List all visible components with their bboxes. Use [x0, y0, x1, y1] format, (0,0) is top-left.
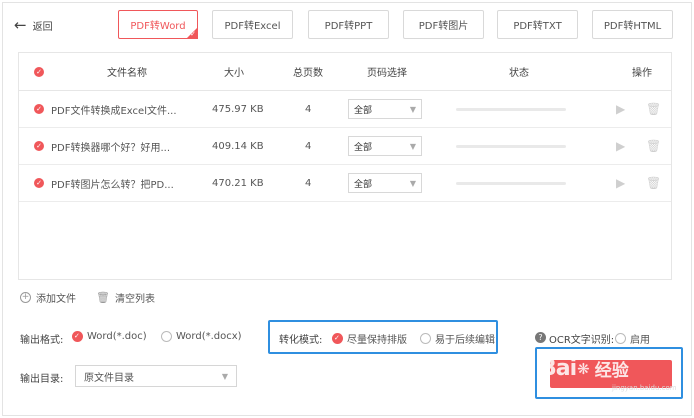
- col-filename: 文件名称: [107, 68, 147, 79]
- trash-icon[interactable]: 🗑: [646, 165, 661, 201]
- status-progress: [456, 91, 566, 127]
- radio-unchecked-icon: [161, 331, 172, 342]
- format-docx-radio[interactable]: Word(*.docx): [161, 331, 242, 342]
- play-icon[interactable]: ▶: [616, 128, 625, 164]
- status-progress: [456, 128, 566, 164]
- check-icon: ✓: [34, 178, 44, 188]
- watermark-text: 经验: [594, 361, 629, 381]
- col-page-select: 页码选择: [367, 68, 407, 79]
- page-count: 4: [305, 140, 312, 152]
- row-checkbox[interactable]: ✓: [34, 128, 44, 164]
- page-select-value: 全部: [354, 179, 373, 190]
- paw-icon: ❋: [577, 359, 590, 378]
- radio-unchecked-icon: [420, 333, 431, 344]
- page-count: 4: [305, 177, 312, 189]
- file-size: 475.97 KB: [212, 103, 264, 115]
- page-select[interactable]: 全部 ▼: [348, 165, 422, 201]
- play-icon[interactable]: ▶: [616, 91, 625, 127]
- status-progress: [456, 165, 566, 201]
- row-checkbox[interactable]: ✓: [34, 165, 44, 201]
- table-header: ✓ 文件名称 大小 总页数 页码选择 状态 操作: [19, 53, 671, 91]
- row-checkbox[interactable]: ✓: [34, 91, 44, 127]
- trash-icon[interactable]: 🗑: [646, 128, 661, 164]
- tab-label: PDF转TXT: [513, 21, 562, 32]
- format-docx-label: Word(*.docx): [176, 331, 242, 342]
- file-name: PDF转图片怎么转？把PD...: [51, 179, 174, 191]
- mode-keep-layout-radio[interactable]: 尽量保持排版: [332, 331, 407, 346]
- ocr-enable-radio[interactable]: 启用: [615, 331, 650, 346]
- output-dir-select[interactable]: 原文件目录 ▼: [75, 365, 237, 387]
- play-icon[interactable]: ▶: [616, 165, 625, 201]
- page-select-value: 全部: [354, 142, 373, 153]
- tab-label: PDF转Excel: [224, 21, 281, 32]
- ocr-label: OCR文字识别:: [549, 335, 615, 346]
- watermark-brand: Bai: [540, 356, 577, 381]
- tab-pdf-to-image[interactable]: PDF转图片: [403, 10, 484, 39]
- col-status: 状态: [509, 68, 529, 79]
- mode-easy-edit-radio[interactable]: 易于后续编辑: [420, 331, 495, 346]
- file-size: 409.14 KB: [212, 140, 264, 152]
- add-circle-icon: +: [20, 292, 31, 303]
- chevron-down-icon: ▼: [221, 371, 228, 381]
- radio-checked-icon: [332, 333, 343, 344]
- help-icon[interactable]: ?: [535, 332, 546, 343]
- add-file-label: 添加文件: [36, 294, 76, 305]
- tab-label: PDF转PPT: [324, 21, 373, 32]
- tab-label: PDF转Word: [130, 21, 186, 32]
- clear-list-label: 清空列表: [114, 294, 155, 305]
- file-table: ✓ 文件名称 大小 总页数 页码选择 状态 操作 ✓ PDF文件转换成Excel…: [18, 52, 672, 280]
- table-row: ✓ PDF转换器哪个好？好用... 409.14 KB 4 全部 ▼ ▶ 🗑: [19, 128, 671, 165]
- output-dir-label: 输出目录:: [20, 374, 64, 385]
- add-file-button[interactable]: + 添加文件: [20, 290, 76, 305]
- check-icon: ✓: [34, 66, 44, 77]
- col-actions: 操作: [632, 68, 652, 79]
- ocr-enable-label: 启用: [630, 335, 650, 346]
- file-size: 470.21 KB: [212, 177, 264, 189]
- output-dir-value: 原文件目录: [84, 372, 134, 384]
- tab-label: PDF转图片: [418, 21, 469, 32]
- trash-icon: 🗑: [96, 291, 110, 304]
- col-size: 大小: [224, 68, 244, 79]
- tab-pdf-to-txt[interactable]: PDF转TXT: [497, 10, 578, 39]
- table-row: ✓ PDF文件转换成Excel文件... 475.97 KB 4 全部 ▼ ▶ 🗑: [19, 91, 671, 128]
- conversion-mode-label: 转化模式:: [279, 335, 323, 346]
- mode-keep-layout-label: 尽量保持排版: [347, 335, 407, 346]
- watermark-sub: jingyan.baidu.com: [612, 384, 677, 392]
- trash-icon[interactable]: 🗑: [646, 91, 661, 127]
- file-name: PDF转换器哪个好？好用...: [51, 142, 171, 154]
- arrow-left-icon: ←: [14, 15, 27, 34]
- back-label: 返回: [32, 21, 53, 33]
- table-row: ✓ PDF转图片怎么转？把PD... 470.21 KB 4 全部 ▼ ▶ 🗑: [19, 165, 671, 202]
- back-button[interactable]: ← 返回: [14, 15, 53, 35]
- page-select[interactable]: 全部 ▼: [348, 91, 422, 127]
- clear-list-button[interactable]: 🗑 清空列表: [96, 290, 155, 305]
- check-icon: ✓: [190, 30, 196, 38]
- chevron-down-icon: ▼: [409, 141, 416, 151]
- watermark-logo: Bai ❋ 经验: [540, 356, 629, 381]
- chevron-down-icon: ▼: [409, 104, 416, 114]
- radio-unchecked-icon: [615, 333, 626, 344]
- tab-pdf-to-word[interactable]: PDF转Word ✓: [118, 10, 198, 39]
- format-doc-radio[interactable]: Word(*.doc): [72, 331, 147, 342]
- tab-label: PDF转HTML: [603, 21, 662, 32]
- file-name: PDF文件转换成Excel文件...: [51, 105, 177, 117]
- col-pages: 总页数: [293, 68, 323, 79]
- check-icon: ✓: [34, 104, 44, 114]
- page-count: 4: [305, 103, 312, 115]
- page-select[interactable]: 全部 ▼: [348, 128, 422, 164]
- tab-pdf-to-ppt[interactable]: PDF转PPT: [308, 10, 389, 39]
- tab-pdf-to-excel[interactable]: PDF转Excel: [212, 10, 293, 39]
- chevron-down-icon: ▼: [409, 178, 416, 188]
- tab-pdf-to-html[interactable]: PDF转HTML: [592, 10, 673, 39]
- page-select-value: 全部: [354, 105, 373, 116]
- check-icon: ✓: [34, 141, 44, 151]
- radio-checked-icon: [72, 331, 83, 342]
- select-all-checkbox[interactable]: ✓: [34, 53, 44, 90]
- output-format-label: 输出格式:: [20, 335, 64, 346]
- format-doc-label: Word(*.doc): [87, 331, 147, 342]
- mode-easy-edit-label: 易于后续编辑: [435, 335, 495, 346]
